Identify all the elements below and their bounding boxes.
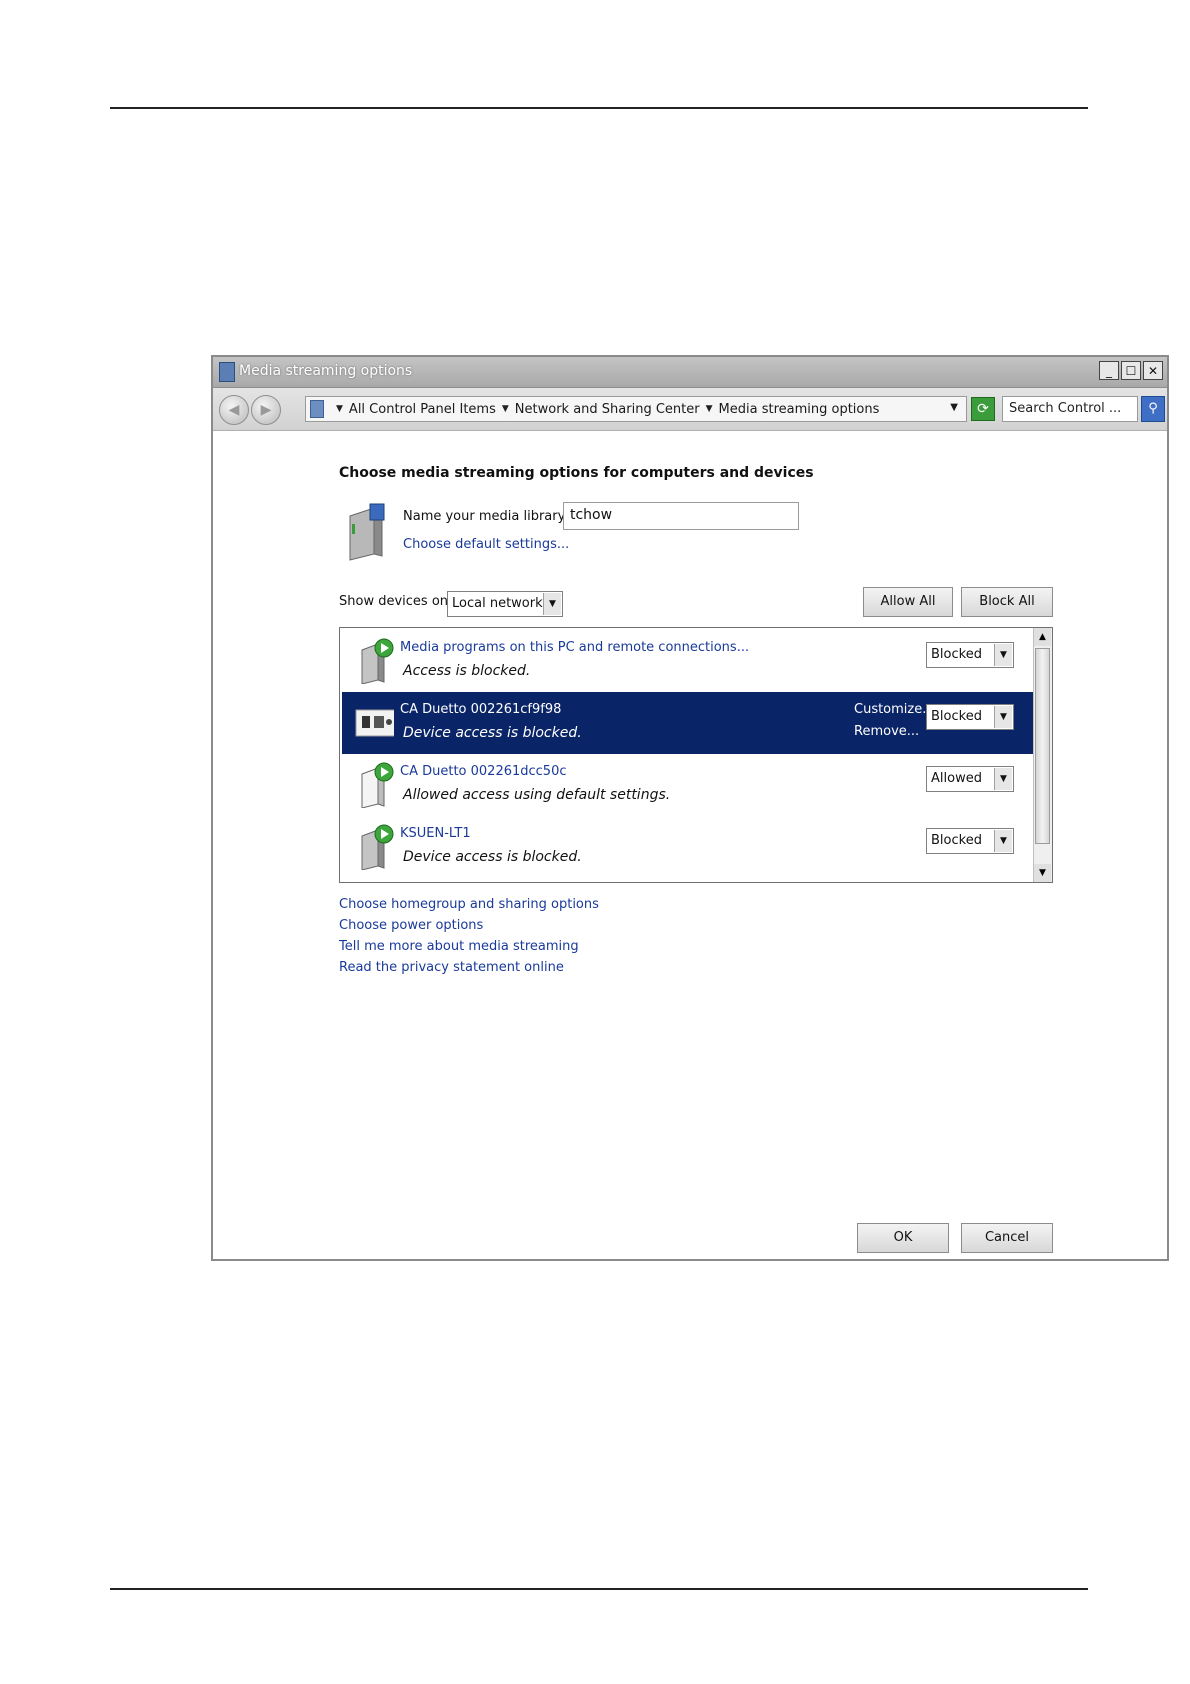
device-row[interactable]: KSUEN-LT1 Device access is blocked. Bloc…: [342, 816, 1034, 878]
device-status: Device access is blocked.: [403, 849, 582, 865]
title-bar: Media streaming options _ ☐ ✕: [213, 357, 1167, 388]
device-row[interactable]: CA Duetto 002261dcc50c Allowed access us…: [342, 754, 1034, 816]
choose-default-settings-link[interactable]: Choose default settings...: [403, 537, 569, 552]
homegroup-sharing-link[interactable]: Choose homegroup and sharing options: [339, 897, 599, 912]
help-links: Choose homegroup and sharing options Cho…: [339, 897, 599, 981]
ok-button[interactable]: OK: [857, 1223, 949, 1253]
close-button[interactable]: ✕: [1143, 361, 1163, 380]
power-options-link[interactable]: Choose power options: [339, 918, 599, 933]
device-row[interactable]: Media programs on this PC and remote con…: [342, 630, 1034, 692]
chevron-down-icon[interactable]: ▼: [706, 404, 713, 414]
customize-link[interactable]: Customize...: [854, 702, 935, 717]
device-status: Allowed access using default settings.: [403, 787, 671, 803]
chevron-down-icon[interactable]: ▼: [994, 644, 1012, 666]
show-devices-value: Local network: [452, 596, 543, 611]
device-name[interactable]: CA Duetto 002261cf9f98: [400, 702, 561, 717]
page-title: Choose media streaming options for compu…: [339, 465, 814, 481]
chevron-down-icon[interactable]: ▼: [543, 593, 561, 615]
media-device-icon: [361, 638, 394, 684]
chevron-down-icon[interactable]: ▼: [994, 706, 1012, 728]
privacy-statement-link[interactable]: Read the privacy statement online: [339, 960, 599, 975]
media-device-icon: [361, 824, 394, 870]
cancel-button[interactable]: Cancel: [961, 1223, 1053, 1253]
device-name[interactable]: CA Duetto 002261dcc50c: [400, 764, 567, 779]
show-devices-select[interactable]: Local network ▼: [447, 591, 563, 617]
device-row-selected[interactable]: CA Duetto 002261cf9f98 Device access is …: [342, 692, 1034, 754]
device-name[interactable]: KSUEN-LT1: [400, 826, 471, 841]
show-devices-label: Show devices on:: [339, 594, 453, 609]
breadcrumb[interactable]: ▼ All Control Panel Items ▼ Network and …: [305, 396, 967, 422]
device-access-value: Blocked: [931, 833, 982, 848]
scroll-down-icon[interactable]: ▼: [1034, 864, 1051, 882]
library-name-input[interactable]: tchow: [563, 502, 799, 530]
media-device-icon: [361, 762, 394, 808]
device-access-select[interactable]: Blocked ▼: [926, 704, 1014, 730]
media-streaming-window: Media streaming options _ ☐ ✕ ◀ ▶ ▼ All …: [211, 355, 1169, 1261]
chevron-down-icon[interactable]: ▼: [502, 404, 509, 414]
device-access-value: Blocked: [931, 709, 982, 724]
control-panel-icon: [310, 400, 324, 418]
back-button[interactable]: ◀: [219, 395, 249, 425]
chevron-down-icon[interactable]: ▼: [336, 404, 343, 414]
device-status: Access is blocked.: [403, 663, 531, 679]
device-access-select[interactable]: Blocked ▼: [926, 828, 1014, 854]
block-all-button[interactable]: Block All: [961, 587, 1053, 617]
chevron-down-icon[interactable]: ▼: [994, 830, 1012, 852]
scroll-up-icon[interactable]: ▲: [1034, 628, 1051, 646]
refresh-icon[interactable]: ⟳: [971, 397, 995, 421]
page-bottom-rule: [110, 1588, 1088, 1590]
media-library-icon: [349, 503, 385, 561]
window-title: Media streaming options: [239, 363, 413, 379]
device-list-scrollbar[interactable]: ▲ ▼: [1033, 628, 1052, 882]
allow-all-button[interactable]: Allow All: [863, 587, 953, 617]
breadcrumb-network-sharing-center[interactable]: Network and Sharing Center: [515, 402, 700, 417]
device-access-select[interactable]: Allowed ▼: [926, 766, 1014, 792]
device-list[interactable]: Media programs on this PC and remote con…: [339, 627, 1053, 883]
device-name[interactable]: Media programs on this PC and remote con…: [400, 640, 749, 655]
chevron-down-icon[interactable]: ▼: [994, 768, 1012, 790]
search-icon[interactable]: ⚲: [1141, 396, 1165, 422]
remove-link[interactable]: Remove...: [854, 724, 919, 739]
minimize-button[interactable]: _: [1099, 361, 1119, 380]
device-access-select[interactable]: Blocked ▼: [926, 642, 1014, 668]
device-access-value: Allowed: [931, 771, 982, 786]
maximize-button[interactable]: ☐: [1121, 361, 1141, 380]
page-top-rule: [110, 107, 1088, 109]
search-input[interactable]: Search Control ...: [1002, 396, 1138, 422]
library-name-label: Name your media library:: [403, 509, 569, 524]
breadcrumb-all-control-panel-items[interactable]: All Control Panel Items: [349, 402, 496, 417]
device-access-value: Blocked: [931, 647, 982, 662]
address-dropdown-icon[interactable]: ▼: [950, 402, 958, 413]
device-status: Device access is blocked.: [403, 725, 582, 741]
address-bar: ◀ ▶ ▼ All Control Panel Items ▼ Network …: [213, 388, 1167, 431]
breadcrumb-media-streaming-options[interactable]: Media streaming options: [719, 402, 880, 417]
media-streaming-help-link[interactable]: Tell me more about media streaming: [339, 939, 599, 954]
media-player-device-icon: [355, 709, 394, 737]
control-panel-icon: [219, 362, 235, 382]
forward-button[interactable]: ▶: [251, 395, 281, 425]
scroll-thumb[interactable]: [1035, 648, 1050, 844]
